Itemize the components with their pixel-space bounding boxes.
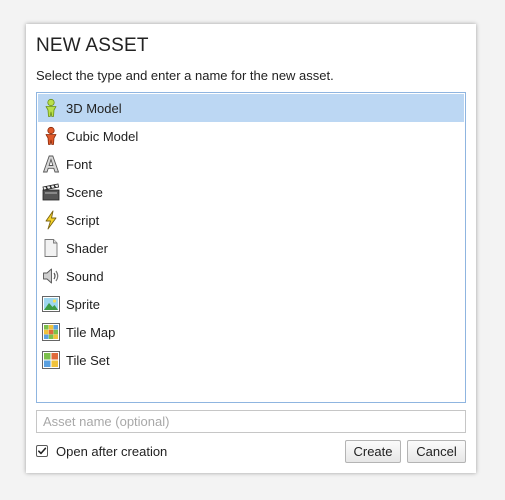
sprite-image-icon [41,294,61,314]
asset-type-item-script[interactable]: Script [38,206,464,234]
dialog-subtitle: Select the type and enter a name for the… [36,68,334,83]
asset-type-item-cubic-model[interactable]: Cubic Model [38,122,464,150]
cancel-button[interactable]: Cancel [407,440,466,463]
script-lightning-icon [41,210,61,230]
asset-type-label: 3D Model [66,100,122,116]
asset-type-item-tile-map[interactable]: Tile Map [38,318,464,346]
tile-set-icon [41,350,61,370]
scene-clapperboard-icon [41,182,61,202]
dialog-title: NEW ASSET [36,35,149,56]
open-after-creation-label: Open after creation [56,443,168,459]
checkmark-icon [38,447,47,455]
asset-type-label: Sound [66,268,104,284]
asset-type-label: Shader [66,240,108,256]
asset-type-label: Script [66,212,100,228]
create-button[interactable]: Create [345,440,401,463]
asset-type-label: Tile Map [66,324,116,340]
asset-type-list[interactable]: 3D Model Cubic Model Font Scene Script S… [36,92,466,403]
tile-map-icon [41,322,61,342]
sound-speaker-icon [41,266,61,286]
asset-type-label: Scene [66,184,103,200]
new-asset-dialog: NEW ASSET Select the type and enter a na… [26,24,476,473]
asset-type-item-scene[interactable]: Scene [38,178,464,206]
asset-name-input[interactable] [36,410,466,433]
asset-type-item-tile-set[interactable]: Tile Set [38,346,464,374]
asset-type-item-sound[interactable]: Sound [38,262,464,290]
asset-type-label: Font [66,156,93,172]
asset-type-item-3d-model[interactable]: 3D Model [38,94,464,122]
asset-type-label: Cubic Model [66,128,139,144]
asset-type-label: Tile Set [66,352,110,368]
cubic-model-icon [41,126,61,146]
font-icon [41,154,61,174]
shader-document-icon [41,238,61,258]
open-after-creation-checkbox[interactable] [36,445,48,457]
asset-type-item-sprite[interactable]: Sprite [38,290,464,318]
3d-model-icon [41,98,61,118]
asset-type-item-shader[interactable]: Shader [38,234,464,262]
asset-type-item-font[interactable]: Font [38,150,464,178]
asset-type-label: Sprite [66,296,100,312]
open-after-creation-row[interactable]: Open after creation [36,442,167,460]
